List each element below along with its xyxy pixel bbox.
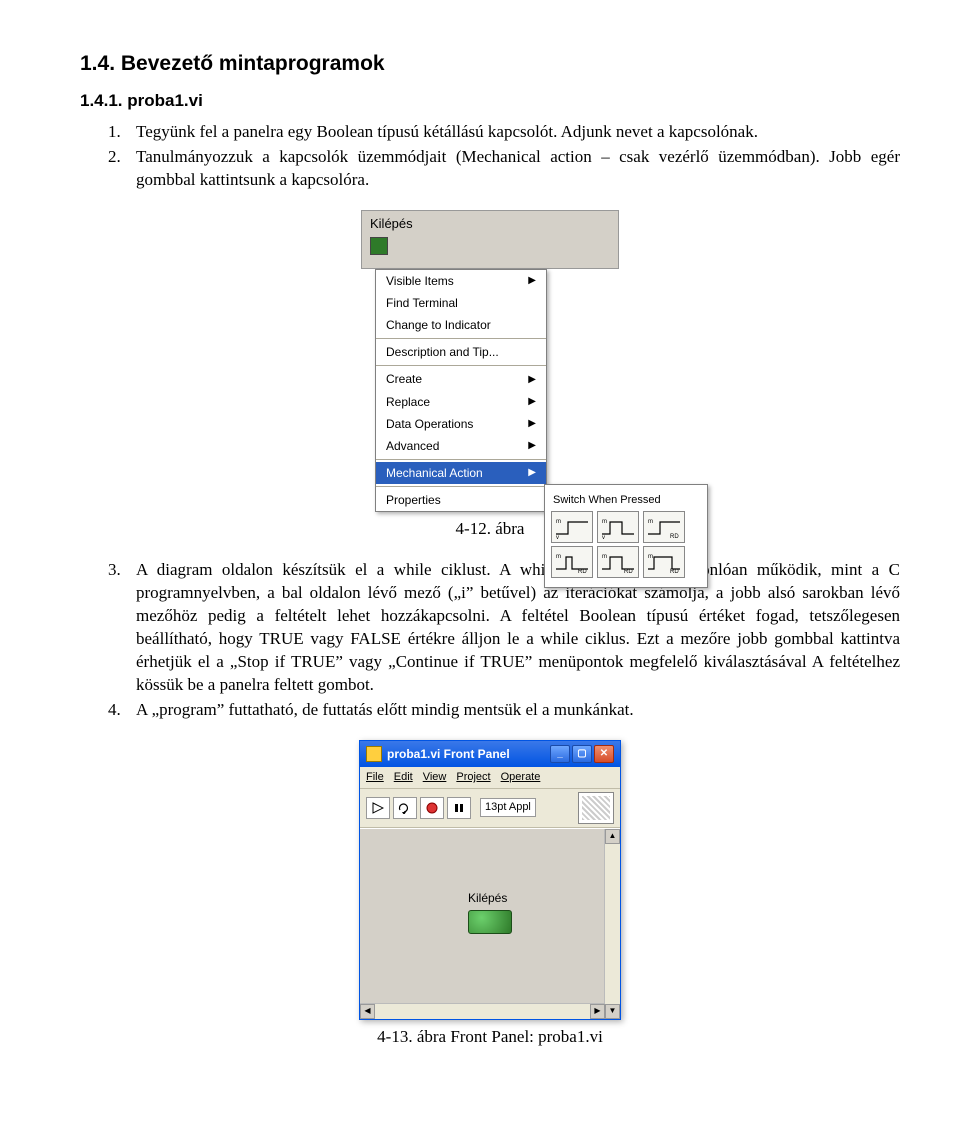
vi-icon-thumbnail[interactable] <box>578 792 614 824</box>
vertical-scrollbar[interactable]: ▲ ▼ <box>604 829 620 1019</box>
abort-icon <box>426 802 438 814</box>
instruction-list-2: 3. A diagram oldalon készítsük el a whil… <box>108 559 900 722</box>
list-number: 3. <box>108 559 136 697</box>
svg-text:m: m <box>556 554 561 560</box>
section-heading: 1.4. Bevezető mintaprogramok <box>80 50 900 78</box>
list-text: Tanulmányozzuk a kapcsolók üzemmódjait (… <box>136 146 900 192</box>
menu-operate[interactable]: Operate <box>501 770 541 785</box>
svg-text:RD: RD <box>578 569 587 575</box>
abort-button[interactable] <box>420 797 444 819</box>
submenu-arrow-icon: ▶ <box>528 439 536 453</box>
figure-4-13: proba1.vi Front Panel _ ▢ ✕ File Edit Vi… <box>80 740 900 1020</box>
list-number: 1. <box>108 121 136 144</box>
submenu-tooltip: Switch When Pressed <box>551 491 701 512</box>
menu-item[interactable]: Replace▶ <box>376 391 546 413</box>
menu-item[interactable]: Advanced▶ <box>376 435 546 457</box>
menu-edit[interactable]: Edit <box>394 770 413 785</box>
menu-separator <box>376 486 546 487</box>
list-text: A diagram oldalon készítsük el a while c… <box>136 559 900 697</box>
app-icon <box>366 746 382 762</box>
menu-item[interactable]: Create▶ <box>376 368 546 390</box>
context-menu: Visible Items▶ Find Terminal Change to I… <box>375 269 547 513</box>
list-item: 1. Tegyünk fel a panelra egy Boolean típ… <box>108 121 900 144</box>
window-titlebar[interactable]: proba1.vi Front Panel _ ▢ ✕ <box>360 741 620 767</box>
menu-separator <box>376 338 546 339</box>
menubar: File Edit View Project Operate <box>360 767 620 789</box>
menu-separator <box>376 365 546 366</box>
subsection-heading: 1.4.1. proba1.vi <box>80 90 900 113</box>
svg-text:RD: RD <box>670 534 679 540</box>
horizontal-scrollbar[interactable]: ◀ ▶ <box>360 1003 605 1019</box>
svg-text:m: m <box>648 519 653 525</box>
list-text: Tegyünk fel a panelra egy Boolean típusú… <box>136 121 900 144</box>
scroll-down-icon[interactable]: ▼ <box>605 1004 620 1019</box>
run-continuous-button[interactable] <box>393 797 417 819</box>
scroll-right-icon[interactable]: ▶ <box>590 1004 605 1019</box>
list-item: 3. A diagram oldalon készítsük el a whil… <box>108 559 900 697</box>
svg-text:m: m <box>602 554 607 560</box>
font-selector[interactable]: 13pt Appl <box>480 798 536 817</box>
boolean-switch[interactable] <box>370 237 388 255</box>
mechanical-action-option[interactable]: m RD <box>597 546 639 578</box>
list-number: 4. <box>108 699 136 722</box>
submenu-arrow-icon: ▶ <box>528 417 536 431</box>
menu-item-mechanical-action[interactable]: Mechanical Action▶ <box>376 462 546 484</box>
svg-text:v: v <box>556 535 559 540</box>
mechanical-action-option[interactable]: mv <box>551 511 593 543</box>
mechanical-action-option[interactable]: m RD <box>551 546 593 578</box>
window-title: proba1.vi Front Panel <box>387 746 510 762</box>
svg-text:m: m <box>648 554 653 560</box>
svg-text:m: m <box>602 519 607 525</box>
menu-item[interactable]: Find Terminal <box>376 292 546 314</box>
scroll-left-icon[interactable]: ◀ <box>360 1004 375 1019</box>
figure-caption: 4-13. ábra Front Panel: proba1.vi <box>80 1026 900 1049</box>
scroll-up-icon[interactable]: ▲ <box>605 829 620 844</box>
svg-text:v: v <box>602 535 605 540</box>
menu-item[interactable]: Properties <box>376 489 546 511</box>
toolbar: 13pt Appl <box>360 789 620 828</box>
mechanical-action-option[interactable]: m RD <box>643 546 685 578</box>
list-text: A „program” futtatható, de futtatás előt… <box>136 699 900 722</box>
menu-separator <box>376 459 546 460</box>
pause-button[interactable] <box>447 797 471 819</box>
list-number: 2. <box>108 146 136 192</box>
mechanical-action-option[interactable]: m RD <box>643 511 685 543</box>
run-arrow-icon <box>372 802 384 814</box>
submenu-arrow-icon: ▶ <box>528 274 536 288</box>
minimize-button[interactable]: _ <box>550 745 570 763</box>
menu-item[interactable]: Data Operations▶ <box>376 413 546 435</box>
submenu-arrow-icon: ▶ <box>528 373 536 387</box>
list-item: 4. A „program” futtatható, de futtatás e… <box>108 699 900 722</box>
figure-caption: 4-12. ábra <box>80 518 900 541</box>
mechanical-action-option[interactable]: mv <box>597 511 639 543</box>
control-label: Kilépés <box>468 890 512 906</box>
front-panel-canvas: Kilépés ▲ ▼ ◀ ▶ <box>360 828 620 1019</box>
boolean-control: Kilépés <box>468 890 512 934</box>
close-button[interactable]: ✕ <box>594 745 614 763</box>
pause-icon <box>453 802 465 814</box>
menu-view[interactable]: View <box>423 770 447 785</box>
maximize-button[interactable]: ▢ <box>572 745 592 763</box>
submenu-arrow-icon: ▶ <box>528 395 536 409</box>
menu-item[interactable]: Visible Items▶ <box>376 270 546 292</box>
boolean-button[interactable] <box>468 910 512 934</box>
figure-4-12: Kilépés Visible Items▶ Find Terminal Cha… <box>80 210 900 512</box>
control-label: Kilépés <box>370 215 610 233</box>
mechanical-action-submenu: Switch When Pressed mv mv mRD mRD <box>544 484 708 589</box>
submenu-arrow-icon: ▶ <box>528 466 536 480</box>
menu-item[interactable]: Change to Indicator <box>376 314 546 336</box>
list-item: 2. Tanulmányozzuk a kapcsolók üzemmódjai… <box>108 146 900 192</box>
svg-text:RD: RD <box>670 569 679 575</box>
svg-text:m: m <box>556 519 561 525</box>
instruction-list-1: 1. Tegyünk fel a panelra egy Boolean típ… <box>108 121 900 192</box>
menu-item[interactable]: Description and Tip... <box>376 341 546 363</box>
run-continuous-icon <box>398 802 412 814</box>
run-button[interactable] <box>366 797 390 819</box>
menu-file[interactable]: File <box>366 770 384 785</box>
front-panel-window: proba1.vi Front Panel _ ▢ ✕ File Edit Vi… <box>359 740 621 1020</box>
menu-project[interactable]: Project <box>456 770 490 785</box>
panel-preview: Kilépés <box>361 210 619 268</box>
svg-text:RD: RD <box>624 569 633 575</box>
